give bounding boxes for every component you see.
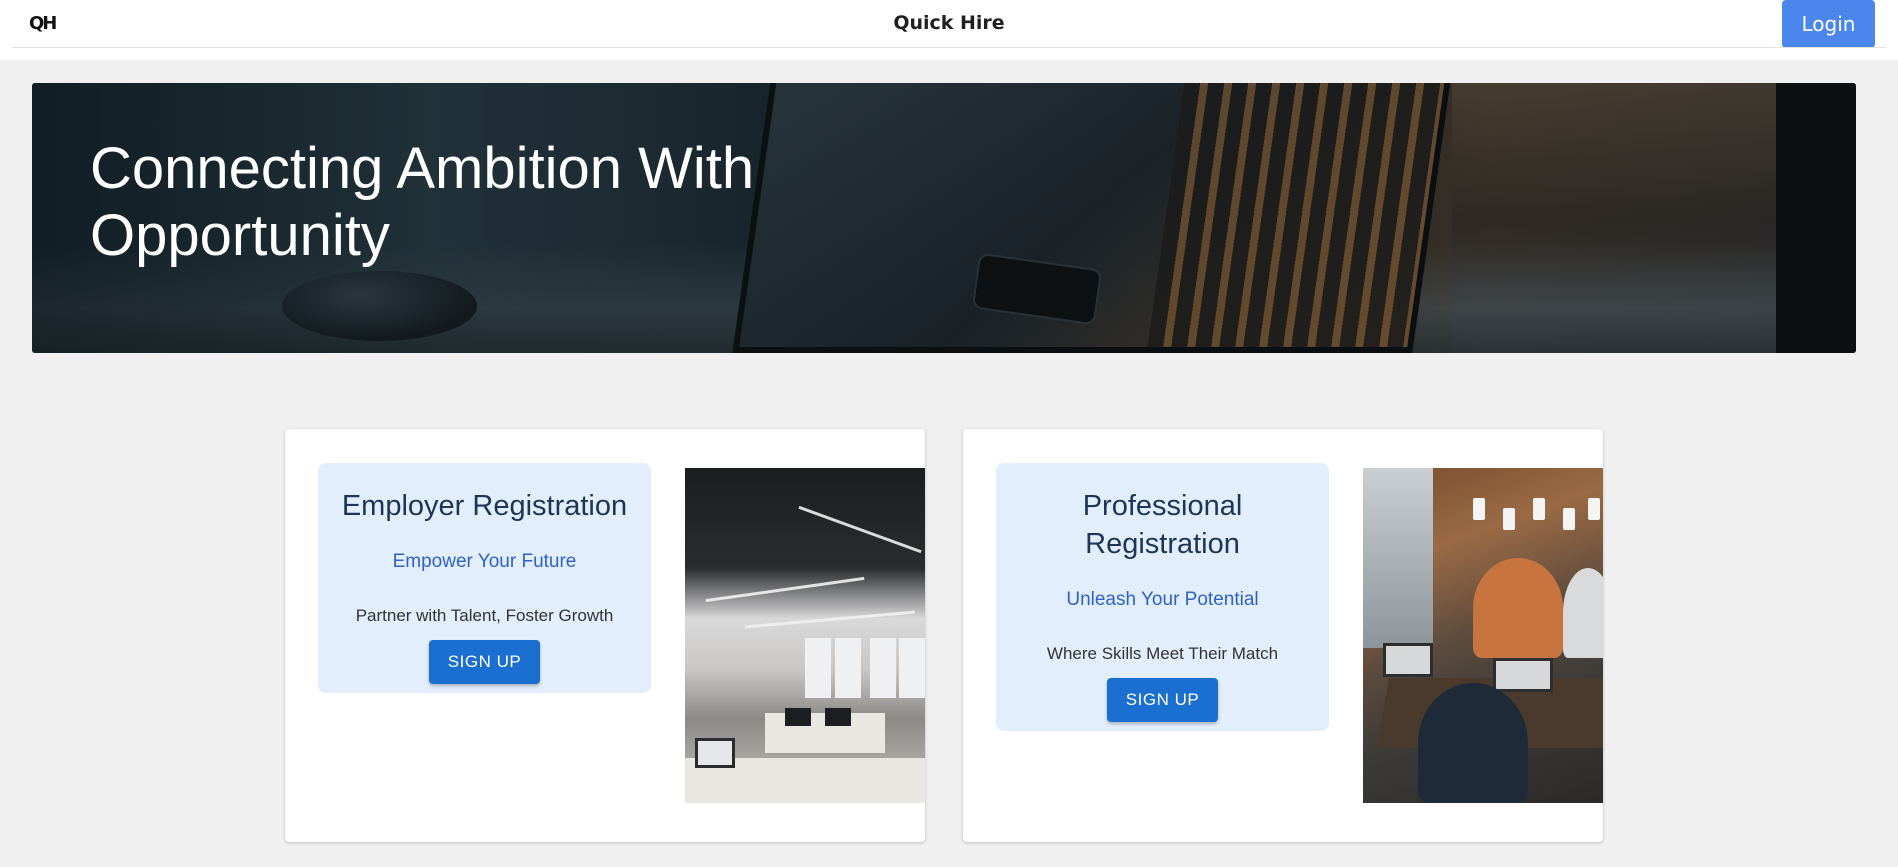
photo-window [835,638,861,698]
employer-registration-title: Employer Registration [341,490,628,522]
header-divider [12,47,1886,48]
app-title: Quick Hire [893,12,1005,34]
team-working-photo [1363,468,1603,803]
photo-lamp [1588,498,1600,520]
photo-monitor [825,708,851,726]
hero-heading: Connecting Ambition With Opportunity [90,136,755,268]
photo-window [805,638,831,698]
photo-monitor [785,708,811,726]
photo-lamp [1503,508,1515,530]
photo-laptop [1383,643,1433,677]
employer-registration-description: Partner with Talent, Foster Growth [355,606,614,625]
professional-registration-box: Professional Registration Unleash Your P… [996,463,1329,731]
photo-lamp [1533,498,1545,520]
hero-banner: Connecting Ambition With Opportunity [32,83,1856,353]
login-button[interactable]: Login [1782,0,1875,48]
professional-registration-description: Where Skills Meet Their Match [1046,644,1279,663]
employer-registration-box: Employer Registration Empower Your Futur… [318,463,651,693]
photo-person [1473,558,1563,658]
photo-monitor [695,738,735,768]
employer-signup-button[interactable]: SIGN UP [429,640,540,684]
office-workspace-photo [685,468,925,803]
professional-registration-subtitle: Unleash Your Potential [1066,589,1259,610]
top-bar: QH Quick Hire Login [0,0,1898,60]
photo-ceiling-light [798,505,922,554]
photo-ceiling-light [705,576,865,603]
professional-registration-card: Professional Registration Unleash Your P… [963,429,1603,842]
photo-laptop [1493,658,1553,692]
photo-lamp [1563,508,1575,530]
photo-window [1363,468,1433,648]
photo-person [1563,568,1603,658]
employer-registration-card: Employer Registration Empower Your Futur… [285,429,925,842]
employer-registration-subtitle: Empower Your Future [392,551,577,572]
professional-signup-button[interactable]: SIGN UP [1107,678,1218,722]
photo-ceiling-light [745,610,915,629]
photo-person [1418,683,1528,803]
photo-window [899,638,925,698]
photo-window [870,638,896,698]
professional-registration-title: Professional Registration [1082,490,1243,560]
photo-lamp [1473,498,1485,520]
